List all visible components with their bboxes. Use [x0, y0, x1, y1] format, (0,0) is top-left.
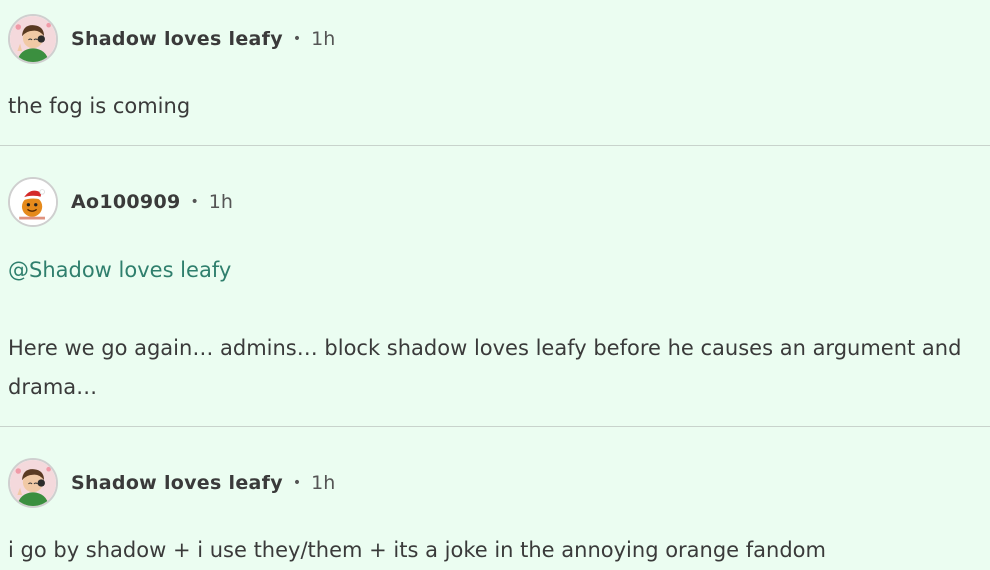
comment-body-line: drama…	[8, 375, 98, 399]
cartoon-boy-avatar-icon[interactable]	[8, 458, 58, 508]
comment-body: i go by shadow + i use they/them + its a…	[8, 538, 826, 562]
username-link[interactable]: Shadow loves leafy	[71, 28, 283, 50]
username-link[interactable]: Ao100909	[71, 191, 180, 213]
username-link[interactable]: Shadow loves leafy	[71, 472, 283, 494]
mention-link[interactable]: @Shadow loves leafy	[8, 251, 231, 290]
timestamp[interactable]: 1h	[209, 191, 233, 213]
timestamp[interactable]: 1h	[311, 472, 335, 494]
cartoon-boy-avatar-icon[interactable]	[8, 14, 58, 64]
timestamp[interactable]: 1h	[311, 28, 335, 50]
comment-divider	[0, 426, 990, 427]
separator-dot: •	[292, 31, 302, 47]
comment-header: Shadow loves leafy • 1h	[8, 12, 335, 66]
mention-text[interactable]: @Shadow loves leafy	[8, 258, 231, 282]
comment-header: Shadow loves leafy • 1h	[8, 456, 335, 510]
comment-body-line: Here we go again… admins… block shadow l…	[8, 336, 962, 360]
comment-divider	[0, 145, 990, 146]
comment-feed: Shadow loves leafy • 1h the fog is comin…	[0, 0, 990, 569]
orange-santa-hat-avatar-icon[interactable]	[8, 177, 58, 227]
comment-body: the fog is coming	[8, 94, 191, 118]
separator-dot: •	[292, 475, 302, 491]
separator-dot: •	[190, 194, 199, 210]
comment-header: Ao100909 • 1h	[8, 175, 233, 229]
